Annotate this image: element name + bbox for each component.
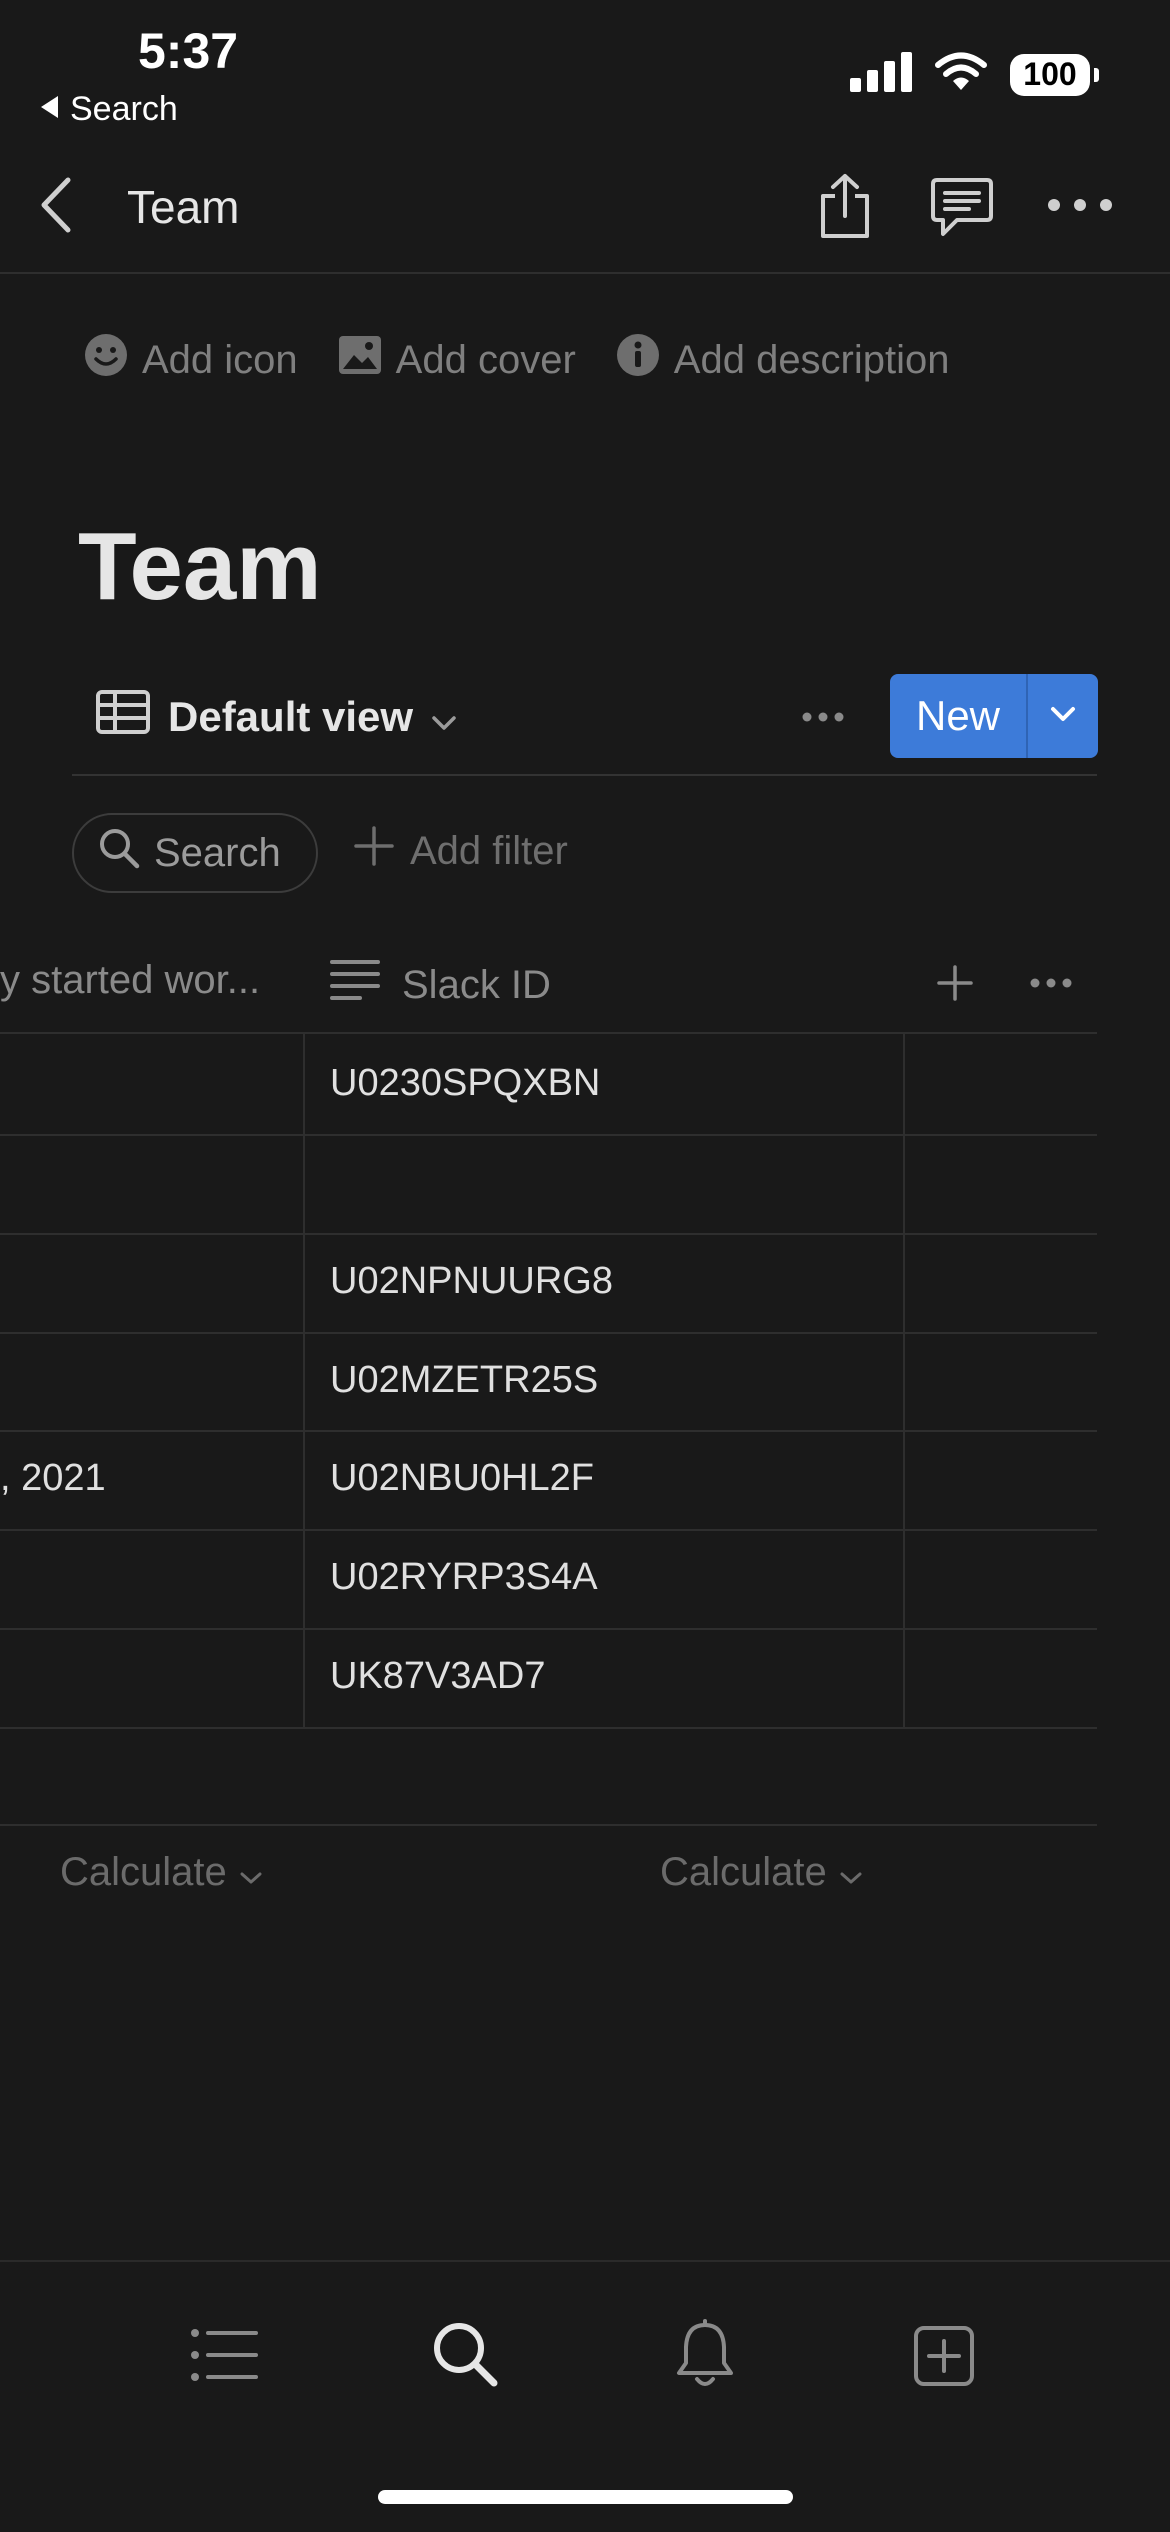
table-cell-started-work[interactable]: , 2021	[0, 1457, 106, 1500]
table-divider	[0, 1233, 1097, 1235]
back-triangle-icon	[38, 90, 60, 129]
signal-icon	[850, 52, 912, 97]
table-cell-slack-id[interactable]: U02NBU0HL2F	[330, 1457, 594, 1500]
status-back-link[interactable]: Search	[38, 90, 178, 129]
battery-level: 100	[1023, 56, 1077, 92]
back-button[interactable]	[30, 172, 80, 242]
ellipsis-icon	[802, 709, 844, 727]
table-cell-slack-id[interactable]: U0230SPQXBN	[330, 1062, 600, 1105]
table-cell-slack-id[interactable]: U02MZETR25S	[330, 1359, 598, 1402]
calculate-left-button[interactable]: Calculate	[60, 1850, 263, 1895]
info-icon	[616, 333, 660, 387]
nav-title: Team	[127, 181, 240, 233]
search-button[interactable]: Search	[72, 813, 318, 893]
add-column-button[interactable]	[930, 960, 980, 1010]
page-title: Team	[78, 513, 322, 620]
new-page-icon	[913, 2325, 975, 2392]
add-cover-button[interactable]: Add cover	[338, 333, 576, 387]
column-header-slack-id[interactable]: Slack ID	[330, 958, 551, 1012]
search-icon	[431, 2320, 499, 2393]
table-cell-slack-id[interactable]: UK87V3AD7	[330, 1655, 545, 1698]
slack-id-label: Slack ID	[402, 962, 551, 1007]
page-actions: Add icon Add cover Add description	[84, 333, 950, 387]
add-filter-button[interactable]: Add filter	[354, 826, 568, 876]
bell-icon	[673, 2318, 737, 2394]
add-icon-button[interactable]: Add icon	[84, 333, 298, 387]
share-button[interactable]	[810, 170, 880, 246]
new-dropdown-button[interactable]	[1028, 674, 1098, 758]
chevron-down-icon	[431, 693, 457, 741]
tab-search[interactable]	[425, 2318, 505, 2394]
smiley-icon	[84, 333, 128, 387]
table-divider	[0, 1727, 1097, 1729]
table-divider	[0, 1032, 1097, 1034]
table-divider	[0, 1824, 1097, 1826]
chevron-left-icon	[38, 176, 72, 239]
chevron-down-icon	[1049, 705, 1077, 728]
view-options-button[interactable]	[795, 708, 851, 728]
plus-icon	[354, 826, 394, 876]
list-icon	[190, 2327, 260, 2388]
view-name-label: Default view	[168, 693, 414, 740]
status-time: 5:37	[138, 23, 239, 79]
comment-icon	[929, 176, 995, 243]
table-icon	[96, 690, 150, 744]
add-description-label: Add description	[673, 337, 950, 382]
table-cell-slack-id[interactable]: U02RYRP3S4A	[330, 1556, 598, 1599]
image-icon	[338, 335, 382, 385]
ellipsis-icon	[1047, 198, 1113, 217]
calculate-right-label: Calculate	[660, 1850, 827, 1894]
column-divider	[903, 1032, 905, 1729]
calculate-right-button[interactable]: Calculate	[660, 1850, 863, 1895]
add-filter-label: Add filter	[410, 828, 568, 873]
text-lines-icon	[330, 958, 380, 1012]
status-back-label: Search	[70, 90, 178, 128]
table-divider	[0, 1332, 1097, 1334]
chevron-down-icon	[839, 1850, 863, 1895]
wifi-icon	[934, 52, 988, 97]
column-header-started-work[interactable]: y started wor...	[0, 958, 260, 1003]
column-options-button[interactable]	[1026, 972, 1076, 996]
ellipsis-icon	[1030, 975, 1072, 993]
new-button[interactable]: New	[890, 674, 1028, 758]
add-icon-label: Add icon	[142, 337, 298, 382]
view-selector[interactable]: Default view	[96, 690, 457, 744]
table-divider	[0, 1529, 1097, 1531]
chevron-down-icon	[239, 1850, 263, 1895]
table-cell-slack-id[interactable]: U02NPNUURG8	[330, 1260, 613, 1303]
tab-bar-divider	[0, 2260, 1170, 2262]
column-divider	[303, 1032, 305, 1729]
plus-icon	[937, 964, 973, 1006]
tab-notifications[interactable]	[665, 2316, 745, 2396]
tab-home[interactable]	[185, 2322, 265, 2392]
home-indicator	[378, 2490, 793, 2504]
status-icons: 100	[850, 52, 1099, 97]
more-options-button[interactable]	[1040, 190, 1120, 224]
table-divider	[0, 1628, 1097, 1630]
nav-divider	[0, 272, 1170, 274]
search-label: Search	[154, 830, 281, 875]
share-icon	[817, 172, 873, 245]
comments-button[interactable]	[924, 174, 1000, 244]
search-icon	[98, 827, 140, 879]
new-button-group: New	[890, 674, 1098, 758]
table-divider	[0, 1430, 1097, 1432]
add-cover-label: Add cover	[395, 337, 576, 382]
table-divider	[0, 1134, 1097, 1136]
calculate-left-label: Calculate	[60, 1850, 227, 1894]
battery-indicator: 100	[1010, 53, 1099, 96]
tab-new-page[interactable]	[904, 2320, 984, 2396]
add-description-button[interactable]: Add description	[616, 333, 950, 387]
